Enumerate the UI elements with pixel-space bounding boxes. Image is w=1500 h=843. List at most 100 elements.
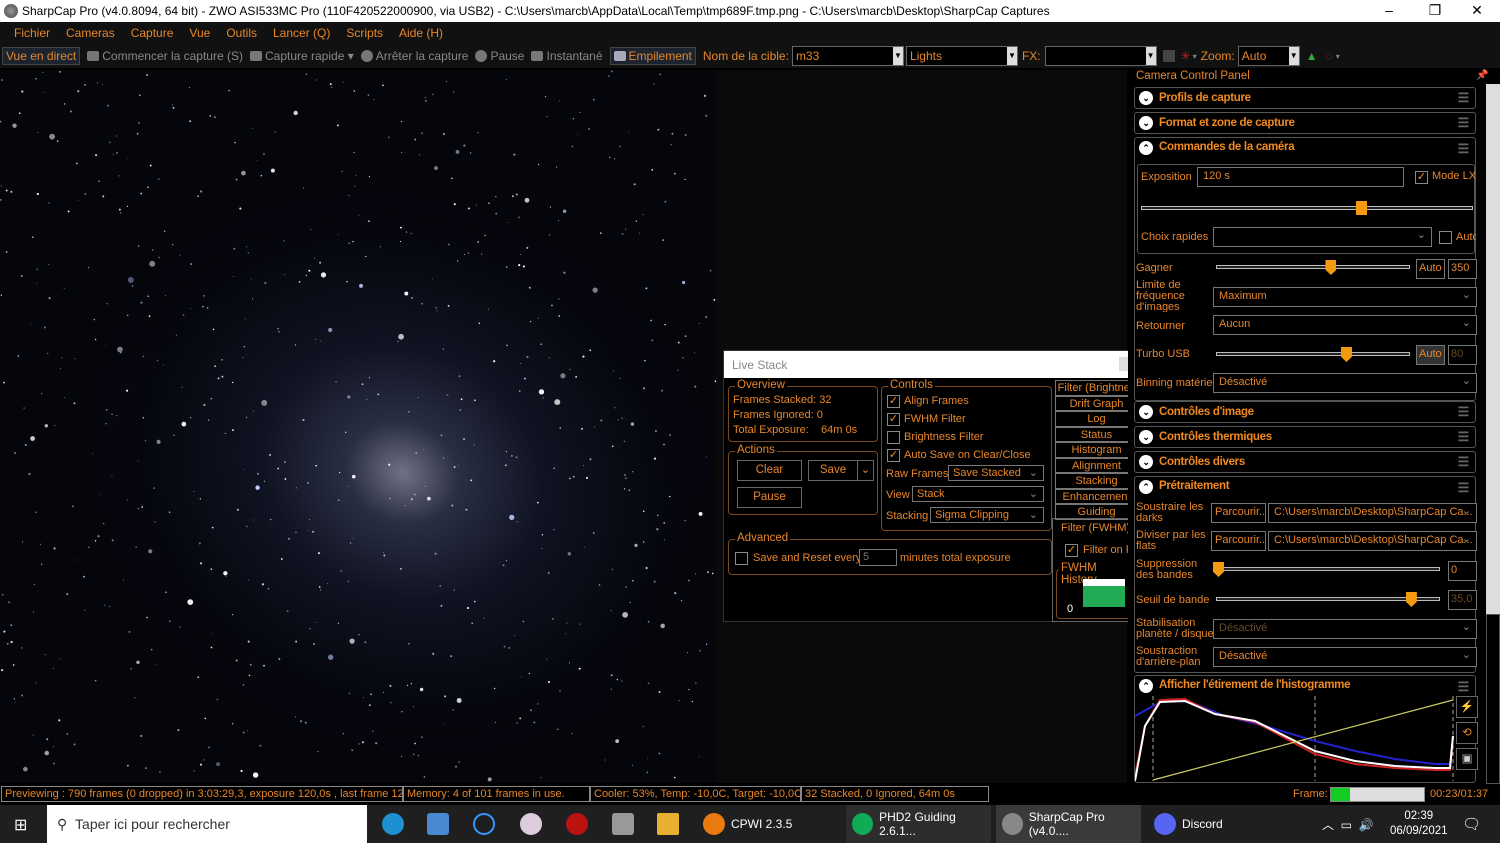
save-options-icon[interactable]: ⌄ — [857, 460, 874, 481]
planet-stabilization-select[interactable]: Désactivé — [1213, 619, 1477, 639]
app-icon[interactable] — [473, 813, 495, 835]
task-cpwi[interactable]: CPWI 2.3.5 — [697, 805, 837, 843]
pause-stack-button[interactable]: Pause — [737, 487, 802, 508]
gain-auto-button[interactable]: Auto — [1416, 259, 1445, 279]
save-icon[interactable]: ▣ — [1456, 748, 1478, 770]
histogram-chart[interactable] — [1135, 696, 1455, 781]
menu-icon[interactable]: ☰ — [1458, 454, 1470, 470]
taskbar-search[interactable]: ⚲ Taper ici pour rechercher — [47, 805, 367, 843]
tab-filter-brightnes[interactable]: Filter (Brightnes — [1055, 380, 1138, 396]
app-icon[interactable] — [566, 813, 588, 835]
reticle-icon[interactable]: ✳ — [1181, 49, 1191, 63]
restore-button[interactable]: ❐ — [1412, 0, 1458, 22]
usb-auto-button[interactable]: Auto — [1416, 345, 1445, 365]
clear-button[interactable]: Clear — [737, 460, 802, 481]
edge-icon[interactable] — [382, 813, 404, 835]
clock[interactable]: 02:39 06/09/2021 — [1390, 809, 1448, 839]
menu-aide[interactable]: Aide (H) — [399, 26, 443, 40]
tab-alignment[interactable]: Alignment — [1055, 457, 1138, 473]
save-button[interactable]: Save — [808, 460, 858, 481]
band-threshold-input[interactable]: 35,0 — [1448, 590, 1477, 610]
brightness-filter-checkbox[interactable] — [887, 431, 900, 444]
tab-histogram[interactable]: Histogram — [1055, 442, 1138, 458]
pause-button[interactable]: Pause — [475, 49, 524, 63]
usb-turbo-slider[interactable] — [1216, 347, 1410, 362]
reset-minutes-spinner[interactable]: 5 — [859, 549, 897, 566]
quick-choice-select[interactable] — [1213, 227, 1432, 247]
slider-thumb[interactable] — [1356, 201, 1367, 215]
menu-fichier[interactable]: Fichier — [14, 26, 50, 40]
app-icon[interactable] — [427, 813, 449, 835]
chevron-up-icon[interactable]: ⌃ — [1139, 141, 1153, 155]
auto-checkbox[interactable] — [1439, 231, 1452, 244]
section-misc[interactable]: ⌄ Contrôles divers ☰ — [1134, 451, 1476, 473]
notifications-icon[interactable]: 🗨 — [1462, 815, 1481, 833]
flip-select[interactable]: Aucun — [1213, 315, 1477, 335]
quick-capture-button[interactable]: Capture rapide ▾ — [249, 49, 354, 63]
fx-combo[interactable]: ▼ — [1044, 46, 1157, 66]
task-discord[interactable]: Discord — [1148, 805, 1288, 843]
task-phd2[interactable]: PHD2 Guiding 2.6.1... — [846, 805, 991, 843]
frame-type-combo[interactable]: Lights ▼ — [905, 46, 1018, 66]
stacking-select[interactable]: Sigma Clipping — [930, 507, 1044, 523]
darks-browse-button[interactable]: Parcourir... — [1211, 503, 1266, 523]
camera-preview-image[interactable] — [0, 70, 716, 783]
start-capture-button[interactable]: Commencer la capture (S) — [87, 49, 243, 63]
section-image-controls[interactable]: ⌄ Contrôles d'image ☰ — [1134, 401, 1476, 423]
flats-path-select[interactable]: C:\Users\marcb\Desktop\SharpCap Ca... — [1268, 531, 1477, 551]
menu-icon[interactable]: ☰ — [1458, 90, 1470, 106]
tab-enhancement[interactable]: Enhancement — [1055, 488, 1138, 504]
menu-cameras[interactable]: Cameras — [66, 26, 115, 40]
section-thermal[interactable]: ⌄ Contrôles thermiques ☰ — [1134, 426, 1476, 448]
menu-icon[interactable]: ☰ — [1458, 141, 1470, 157]
tab-drift-graph[interactable]: Drift Graph — [1055, 395, 1138, 411]
align-frames-checkbox[interactable]: ✓ — [887, 395, 900, 408]
raw-frames-select[interactable]: Save Stacked — [948, 465, 1044, 481]
filter-on-fwhm-checkbox[interactable]: ✓ — [1065, 544, 1078, 557]
tab-stacking[interactable]: Stacking — [1055, 473, 1138, 489]
lx-mode-checkbox[interactable]: ✓ — [1415, 171, 1428, 184]
menu-capture[interactable]: Capture — [131, 26, 174, 40]
usb-turbo-input[interactable]: 80 — [1448, 345, 1477, 365]
band-threshold-slider[interactable] — [1216, 592, 1440, 607]
menu-icon[interactable]: ☰ — [1458, 115, 1470, 131]
view-select[interactable]: Stack — [912, 486, 1044, 502]
darks-path-select[interactable]: C:\Users\marcb\Desktop\SharpCap Ca... — [1268, 503, 1477, 523]
menu-outils[interactable]: Outils — [226, 26, 257, 40]
stop-capture-button[interactable]: Arrêter la capture — [360, 49, 468, 63]
save-reset-checkbox[interactable] — [735, 552, 748, 565]
menu-lancer[interactable]: Lancer (Q) — [273, 26, 330, 40]
gain-slider[interactable] — [1216, 260, 1410, 275]
close-button[interactable]: ✕ — [1454, 0, 1500, 22]
menu-icon[interactable]: ☰ — [1458, 404, 1470, 420]
flats-browse-button[interactable]: Parcourir... — [1211, 531, 1266, 551]
exposure-input[interactable]: 120 s — [1197, 167, 1404, 187]
section-capture-profiles[interactable]: ⌄ Profils de capture ☰ — [1134, 87, 1476, 109]
snapshot-button[interactable]: Instantané — [531, 49, 603, 63]
menu-vue[interactable]: Vue — [189, 26, 210, 40]
fwhm-filter-checkbox[interactable]: ✓ — [887, 413, 900, 426]
auto-stretch-icon[interactable]: ⚡ — [1456, 696, 1478, 718]
chevron-up-icon[interactable]: ⌃ — [1139, 480, 1153, 494]
task-sharpcap[interactable]: SharpCap Pro (v4.0.... — [996, 805, 1141, 843]
pin-icon[interactable]: 📌 — [1476, 70, 1488, 81]
chevron-up-icon[interactable]: ⌃ — [1139, 679, 1153, 693]
minimize-button[interactable]: – — [1366, 0, 1412, 22]
tab-status[interactable]: Status — [1055, 426, 1138, 442]
histogram-icon[interactable]: ▲ — [1306, 49, 1318, 63]
gain-input[interactable]: 350 — [1448, 259, 1477, 279]
menu-icon[interactable]: ☰ — [1458, 679, 1470, 695]
target-name-combo[interactable]: m33 ▼ — [791, 46, 904, 66]
tab-log[interactable]: Log — [1055, 411, 1138, 427]
banding-input[interactable]: 0 — [1448, 561, 1477, 581]
menu-scripts[interactable]: Scripts — [346, 26, 383, 40]
auto-save-checkbox[interactable]: ✓ — [887, 449, 900, 462]
folder-icon[interactable] — [657, 813, 679, 835]
focus-icon[interactable]: ◌ — [1326, 49, 1333, 63]
frame-rate-limit-select[interactable]: Maximum — [1213, 287, 1477, 307]
live-view-button[interactable]: Vue en direct — [2, 47, 81, 65]
app-icon[interactable] — [612, 813, 634, 835]
panel-scrollbar[interactable] — [1486, 84, 1500, 784]
banding-slider[interactable] — [1213, 562, 1440, 577]
section-format[interactable]: ⌄ Format et zone de capture ☰ — [1134, 112, 1476, 134]
